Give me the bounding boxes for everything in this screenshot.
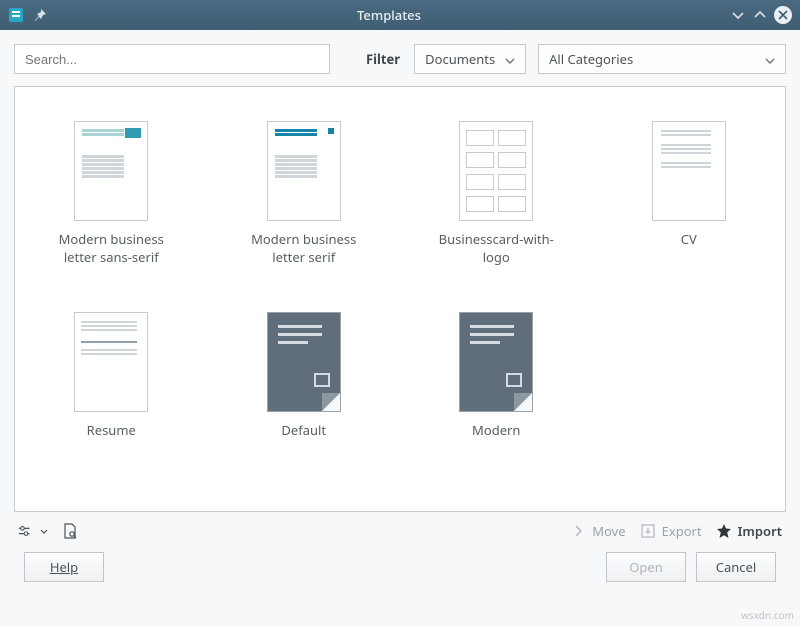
filter-label: Filter [366, 50, 400, 68]
chevron-down-icon [40, 523, 48, 539]
template-thumbnail [74, 121, 148, 221]
cancel-button[interactable]: Cancel [696, 552, 776, 582]
template-thumbnail [652, 121, 726, 221]
titlebar: Templates [0, 0, 800, 30]
chevron-down-icon [765, 50, 775, 68]
template-item[interactable]: Modern business letter serif [238, 121, 371, 266]
template-label: Modern [472, 422, 520, 440]
move-label: Move [592, 522, 625, 540]
filter-type-select[interactable]: Documents [414, 44, 526, 74]
filter-row: Filter Documents All Categories [14, 44, 786, 74]
dialog-footer: Help Open Cancel [14, 548, 786, 582]
template-thumbnail [74, 312, 148, 412]
template-label: Modern business letter serif [238, 231, 371, 266]
open-label: Open [629, 558, 663, 576]
template-label: Resume [87, 422, 136, 440]
chevron-down-icon [505, 50, 515, 68]
template-item[interactable]: Resume [45, 312, 178, 440]
export-button: Export [640, 522, 702, 540]
close-icon[interactable] [774, 6, 792, 24]
template-item[interactable]: Modern [430, 312, 563, 440]
template-label: CV [681, 231, 697, 249]
move-button: Move [570, 522, 625, 540]
file-search-icon [62, 523, 78, 539]
filter-type-value: Documents [425, 50, 495, 68]
settings-icon [18, 523, 34, 539]
cancel-label: Cancel [716, 558, 756, 576]
export-label: Export [662, 522, 702, 540]
search-input[interactable] [14, 44, 330, 74]
star-icon [716, 523, 732, 539]
filter-category-select[interactable]: All Categories [538, 44, 786, 74]
minimize-icon[interactable] [730, 7, 746, 23]
import-button[interactable]: Import [716, 522, 782, 540]
chevron-right-icon [570, 523, 586, 539]
help-button[interactable]: Help [24, 552, 104, 582]
import-label: Import [738, 522, 782, 540]
settings-menu-button[interactable] [18, 523, 48, 539]
help-label: Help [50, 558, 78, 576]
pin-icon[interactable] [32, 7, 48, 23]
browse-button[interactable] [62, 523, 78, 539]
maximize-icon[interactable] [752, 7, 768, 23]
template-grid: Modern business letter sans-serif Modern … [14, 86, 786, 512]
template-label: Default [281, 422, 326, 440]
open-button: Open [606, 552, 686, 582]
watermark: wsxdn.com [741, 608, 794, 622]
app-icon [8, 7, 24, 23]
template-thumbnail [459, 121, 533, 221]
template-label: Businesscard-with-logo [430, 231, 563, 266]
template-thumbnail [267, 121, 341, 221]
template-item[interactable]: CV [623, 121, 756, 266]
bottom-toolbar: Move Export Import [14, 512, 786, 548]
template-item[interactable]: Businesscard-with-logo [430, 121, 563, 266]
template-item[interactable]: Default [238, 312, 371, 440]
template-item[interactable]: Modern business letter sans-serif [45, 121, 178, 266]
export-icon [640, 523, 656, 539]
window-title: Templates [56, 6, 722, 24]
filter-category-value: All Categories [549, 50, 633, 68]
template-thumbnail [459, 312, 533, 412]
template-label: Modern business letter sans-serif [45, 231, 178, 266]
template-thumbnail [267, 312, 341, 412]
